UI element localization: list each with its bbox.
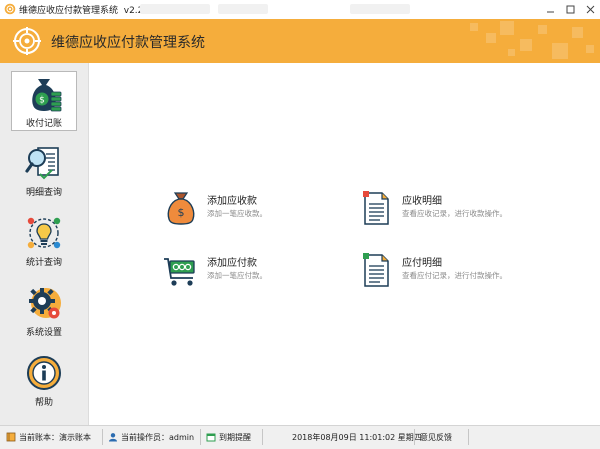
sidebar-item-bookkeeping[interactable]: $ 收付记账 <box>11 71 77 131</box>
status-operator[interactable]: 当前操作员：admin <box>108 430 194 444</box>
maximize-button[interactable] <box>560 0 580 19</box>
svg-text:$: $ <box>178 206 185 219</box>
minimize-button[interactable] <box>540 0 560 19</box>
document-icon <box>363 191 389 225</box>
minimize-icon <box>546 11 554 13</box>
status-bar: 当前账本：演示账本 当前操作员：admin 到期提醒 2018年08月09日 1… <box>0 425 600 449</box>
status-account[interactable]: 当前账本：演示账本 <box>6 430 91 444</box>
money-bag-icon: $ <box>32 79 62 112</box>
action-description: 添加一笔应收款。 <box>207 209 267 218</box>
status-reminder[interactable]: 到期提醒 <box>206 430 251 444</box>
action-title: 添加应收款 <box>207 196 257 207</box>
sidebar-item-help[interactable]: 帮助 <box>11 351 77 411</box>
status-separator <box>414 429 415 445</box>
sidebar-item-label: 收付记账 <box>25 119 62 129</box>
status-separator <box>200 429 201 445</box>
app-header: 维德应收应付款管理系统 <box>0 19 600 63</box>
money-bag-icon: $ <box>167 192 195 225</box>
header-decoration <box>572 27 583 38</box>
receivable-detail-button[interactable]: 应收明细 查看应收记录，进行收款操作。 <box>358 188 508 228</box>
header-decoration <box>500 21 514 35</box>
close-button[interactable] <box>580 0 600 19</box>
calendar-icon <box>206 433 216 442</box>
header-decoration <box>486 33 496 43</box>
close-icon <box>586 5 594 14</box>
app-logo-icon <box>4 3 16 15</box>
action-description: 查看应收记录，进行收款操作。 <box>402 209 507 218</box>
maximize-icon <box>566 5 574 14</box>
header-decoration <box>586 45 594 53</box>
header-decoration <box>508 49 515 56</box>
add-receivable-button[interactable]: $ 添加应收款 添加一笔应收款。 <box>163 188 313 228</box>
gear-icon <box>29 288 61 319</box>
header-decoration <box>552 43 568 59</box>
feedback-link[interactable]: 意见反馈 <box>420 430 452 444</box>
sidebar: $ 收付记账 明细查询 统计查询 系统设置 帮助 <box>0 63 89 425</box>
sidebar-item-label: 系统设置 <box>25 328 62 338</box>
background-ghost <box>350 4 410 14</box>
info-icon <box>27 356 61 390</box>
status-datetime: 2018年08月09日 11:01:02 星期四 <box>292 432 422 442</box>
status-separator <box>102 429 103 445</box>
action-description: 查看应付记录，进行付款操作。 <box>402 271 507 280</box>
search-document-icon <box>25 147 59 180</box>
app-title: 维德应收应付款管理系统 <box>51 35 205 51</box>
header-decoration <box>538 25 547 34</box>
sidebar-item-detail-query[interactable]: 明细查询 <box>11 141 77 201</box>
sidebar-item-label: 统计查询 <box>25 258 62 268</box>
background-ghost <box>218 4 268 14</box>
status-separator <box>262 429 263 445</box>
window-titlebar: 维德应收应付款管理系统 v2.2.5 <box>0 0 600 20</box>
svg-text:$: $ <box>39 96 45 106</box>
add-payable-button[interactable]: 添加应付款 添加一笔应付款。 <box>163 250 313 290</box>
action-description: 添加一笔应付款。 <box>207 271 267 280</box>
document-icon <box>363 253 389 287</box>
header-decoration <box>520 39 532 51</box>
sidebar-item-label: 帮助 <box>34 398 53 408</box>
sidebar-item-settings[interactable]: 系统设置 <box>11 281 77 341</box>
sidebar-item-statistics[interactable]: 统计查询 <box>11 211 77 271</box>
status-separator <box>468 429 469 445</box>
header-decoration <box>470 23 478 31</box>
window-title: 维德应收应付款管理系统 v2.2.5 <box>19 6 152 16</box>
user-icon <box>109 433 117 442</box>
target-logo-icon <box>13 27 41 55</box>
payable-detail-button[interactable]: 应付明细 查看应付记录，进行付款操作。 <box>358 250 508 290</box>
statistics-bulb-icon <box>27 217 61 249</box>
cart-icon <box>164 258 195 286</box>
action-title: 添加应付款 <box>207 258 257 269</box>
action-title: 应付明细 <box>402 258 442 269</box>
action-title: 应收明细 <box>402 196 442 207</box>
background-ghost <box>140 4 210 14</box>
sidebar-item-label: 明细查询 <box>25 188 62 198</box>
book-icon <box>6 432 16 442</box>
